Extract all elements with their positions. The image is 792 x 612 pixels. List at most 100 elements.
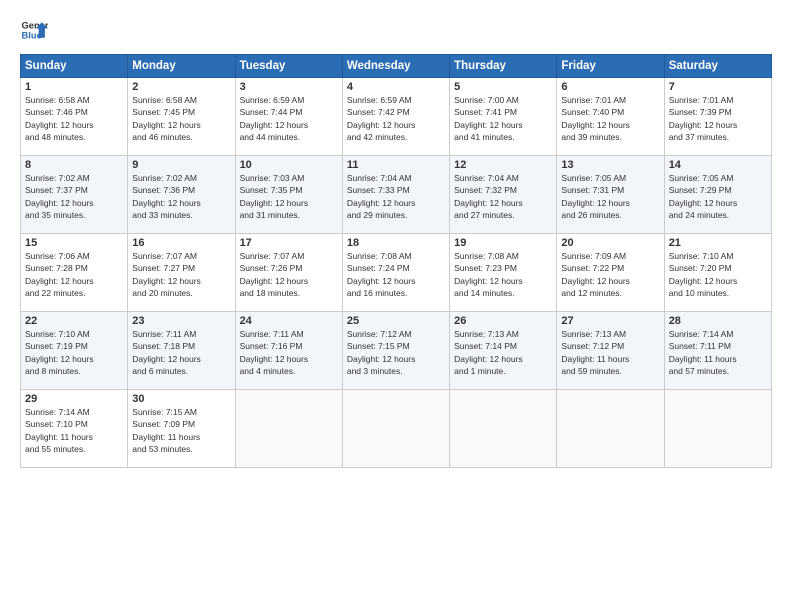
day-number: 25 [347,315,445,327]
day-number: 17 [240,237,338,249]
day-info: Sunrise: 7:03 AM Sunset: 7:35 PM Dayligh… [240,172,338,221]
cal-cell: 3Sunrise: 6:59 AM Sunset: 7:44 PM Daylig… [235,78,342,156]
day-number: 14 [669,159,767,171]
cal-cell: 16Sunrise: 7:07 AM Sunset: 7:27 PM Dayli… [128,234,235,312]
cal-cell: 12Sunrise: 7:04 AM Sunset: 7:32 PM Dayli… [450,156,557,234]
day-info: Sunrise: 7:11 AM Sunset: 7:16 PM Dayligh… [240,328,338,377]
calendar-table: SundayMondayTuesdayWednesdayThursdayFrid… [20,54,772,468]
day-info: Sunrise: 7:15 AM Sunset: 7:09 PM Dayligh… [132,406,230,455]
day-info: Sunrise: 7:12 AM Sunset: 7:15 PM Dayligh… [347,328,445,377]
day-number: 16 [132,237,230,249]
cal-cell: 24Sunrise: 7:11 AM Sunset: 7:16 PM Dayli… [235,312,342,390]
cal-cell: 21Sunrise: 7:10 AM Sunset: 7:20 PM Dayli… [664,234,771,312]
cal-cell: 10Sunrise: 7:03 AM Sunset: 7:35 PM Dayli… [235,156,342,234]
day-info: Sunrise: 7:14 AM Sunset: 7:10 PM Dayligh… [25,406,123,455]
day-number: 21 [669,237,767,249]
day-info: Sunrise: 6:59 AM Sunset: 7:42 PM Dayligh… [347,94,445,143]
day-number: 2 [132,81,230,93]
cal-cell [664,390,771,468]
day-number: 15 [25,237,123,249]
day-info: Sunrise: 7:01 AM Sunset: 7:40 PM Dayligh… [561,94,659,143]
cal-cell: 26Sunrise: 7:13 AM Sunset: 7:14 PM Dayli… [450,312,557,390]
cal-cell: 17Sunrise: 7:07 AM Sunset: 7:26 PM Dayli… [235,234,342,312]
day-number: 26 [454,315,552,327]
day-info: Sunrise: 7:13 AM Sunset: 7:12 PM Dayligh… [561,328,659,377]
logo-icon: General Blue [20,16,48,44]
day-number: 27 [561,315,659,327]
day-number: 28 [669,315,767,327]
cal-cell: 7Sunrise: 7:01 AM Sunset: 7:39 PM Daylig… [664,78,771,156]
day-number: 24 [240,315,338,327]
day-info: Sunrise: 7:05 AM Sunset: 7:29 PM Dayligh… [669,172,767,221]
cal-cell: 9Sunrise: 7:02 AM Sunset: 7:36 PM Daylig… [128,156,235,234]
week-row-2: 8Sunrise: 7:02 AM Sunset: 7:37 PM Daylig… [21,156,772,234]
day-info: Sunrise: 7:09 AM Sunset: 7:22 PM Dayligh… [561,250,659,299]
logo: General Blue [20,16,48,44]
day-number: 12 [454,159,552,171]
cal-cell [450,390,557,468]
day-info: Sunrise: 7:04 AM Sunset: 7:32 PM Dayligh… [454,172,552,221]
day-info: Sunrise: 7:10 AM Sunset: 7:20 PM Dayligh… [669,250,767,299]
cal-cell: 5Sunrise: 7:00 AM Sunset: 7:41 PM Daylig… [450,78,557,156]
week-row-3: 15Sunrise: 7:06 AM Sunset: 7:28 PM Dayli… [21,234,772,312]
day-number: 6 [561,81,659,93]
day-info: Sunrise: 7:01 AM Sunset: 7:39 PM Dayligh… [669,94,767,143]
day-info: Sunrise: 7:07 AM Sunset: 7:27 PM Dayligh… [132,250,230,299]
cal-cell: 22Sunrise: 7:10 AM Sunset: 7:19 PM Dayli… [21,312,128,390]
day-number: 22 [25,315,123,327]
col-header-thursday: Thursday [450,55,557,78]
cal-cell [235,390,342,468]
day-info: Sunrise: 7:02 AM Sunset: 7:36 PM Dayligh… [132,172,230,221]
day-number: 5 [454,81,552,93]
day-number: 4 [347,81,445,93]
col-header-monday: Monday [128,55,235,78]
day-info: Sunrise: 6:58 AM Sunset: 7:46 PM Dayligh… [25,94,123,143]
col-header-tuesday: Tuesday [235,55,342,78]
day-info: Sunrise: 7:07 AM Sunset: 7:26 PM Dayligh… [240,250,338,299]
cal-cell: 13Sunrise: 7:05 AM Sunset: 7:31 PM Dayli… [557,156,664,234]
day-number: 8 [25,159,123,171]
day-number: 29 [25,393,123,405]
day-info: Sunrise: 7:11 AM Sunset: 7:18 PM Dayligh… [132,328,230,377]
day-number: 19 [454,237,552,249]
day-info: Sunrise: 7:05 AM Sunset: 7:31 PM Dayligh… [561,172,659,221]
cal-cell: 1Sunrise: 6:58 AM Sunset: 7:46 PM Daylig… [21,78,128,156]
day-number: 10 [240,159,338,171]
cal-cell: 28Sunrise: 7:14 AM Sunset: 7:11 PM Dayli… [664,312,771,390]
header: General Blue [20,16,772,44]
day-number: 9 [132,159,230,171]
cal-cell [557,390,664,468]
week-row-1: 1Sunrise: 6:58 AM Sunset: 7:46 PM Daylig… [21,78,772,156]
day-info: Sunrise: 7:02 AM Sunset: 7:37 PM Dayligh… [25,172,123,221]
day-info: Sunrise: 7:14 AM Sunset: 7:11 PM Dayligh… [669,328,767,377]
cal-cell [342,390,449,468]
cal-cell: 11Sunrise: 7:04 AM Sunset: 7:33 PM Dayli… [342,156,449,234]
day-number: 18 [347,237,445,249]
cal-cell: 18Sunrise: 7:08 AM Sunset: 7:24 PM Dayli… [342,234,449,312]
cal-cell: 4Sunrise: 6:59 AM Sunset: 7:42 PM Daylig… [342,78,449,156]
day-info: Sunrise: 6:59 AM Sunset: 7:44 PM Dayligh… [240,94,338,143]
day-number: 23 [132,315,230,327]
col-header-saturday: Saturday [664,55,771,78]
week-row-5: 29Sunrise: 7:14 AM Sunset: 7:10 PM Dayli… [21,390,772,468]
day-number: 30 [132,393,230,405]
page: General Blue SundayMondayTuesdayWednesda… [0,0,792,612]
cal-cell: 6Sunrise: 7:01 AM Sunset: 7:40 PM Daylig… [557,78,664,156]
cal-cell: 14Sunrise: 7:05 AM Sunset: 7:29 PM Dayli… [664,156,771,234]
col-header-friday: Friday [557,55,664,78]
day-number: 1 [25,81,123,93]
day-info: Sunrise: 7:10 AM Sunset: 7:19 PM Dayligh… [25,328,123,377]
day-info: Sunrise: 7:13 AM Sunset: 7:14 PM Dayligh… [454,328,552,377]
col-header-sunday: Sunday [21,55,128,78]
cal-cell: 30Sunrise: 7:15 AM Sunset: 7:09 PM Dayli… [128,390,235,468]
day-info: Sunrise: 7:00 AM Sunset: 7:41 PM Dayligh… [454,94,552,143]
day-info: Sunrise: 7:08 AM Sunset: 7:23 PM Dayligh… [454,250,552,299]
cal-cell: 25Sunrise: 7:12 AM Sunset: 7:15 PM Dayli… [342,312,449,390]
col-header-wednesday: Wednesday [342,55,449,78]
cal-cell: 19Sunrise: 7:08 AM Sunset: 7:23 PM Dayli… [450,234,557,312]
cal-cell: 20Sunrise: 7:09 AM Sunset: 7:22 PM Dayli… [557,234,664,312]
day-info: Sunrise: 7:06 AM Sunset: 7:28 PM Dayligh… [25,250,123,299]
day-number: 11 [347,159,445,171]
day-info: Sunrise: 7:04 AM Sunset: 7:33 PM Dayligh… [347,172,445,221]
cal-cell: 29Sunrise: 7:14 AM Sunset: 7:10 PM Dayli… [21,390,128,468]
